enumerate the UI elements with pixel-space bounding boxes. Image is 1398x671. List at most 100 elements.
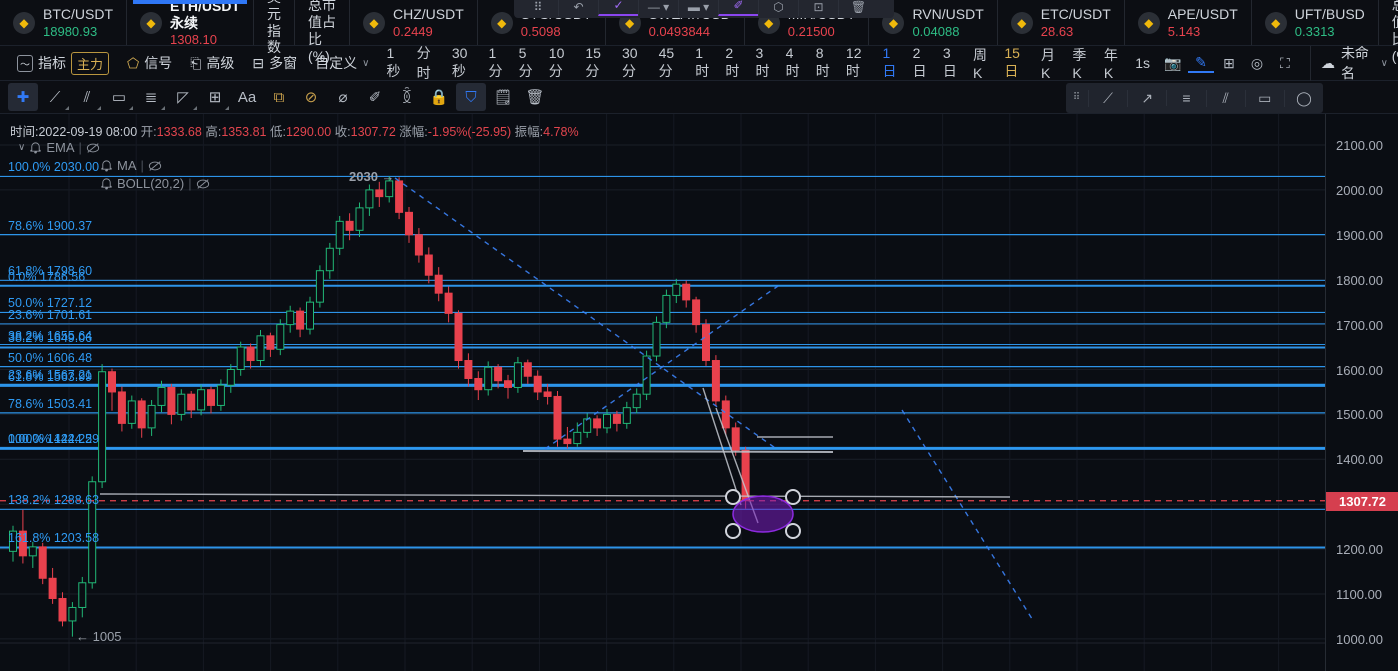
- candlestick-chart[interactable]: [0, 114, 1325, 671]
- camera-icon[interactable]: 📷: [1160, 55, 1186, 72]
- eye-hidden-icon[interactable]: [196, 178, 210, 190]
- alert-bell-icon[interactable]: [100, 177, 113, 190]
- timeframe-15日[interactable]: 15日: [998, 42, 1035, 84]
- timeframe-8时[interactable]: 8时: [810, 42, 840, 84]
- xabcd-pattern-tool[interactable]: ◸: [168, 83, 198, 111]
- indicator-row-boll[interactable]: BOLL(20,2) |: [100, 176, 210, 191]
- timeframe-30秒[interactable]: 30秒: [446, 42, 483, 84]
- price-axis[interactable]: 2100.00 2000.00 1900.00 1800.00 1700.00 1600.…: [1325, 114, 1398, 671]
- timeframe-group: 1秒 分时 30秒 1分 5分 10分 15分 30分 45分 1时 2时 3时 4时 8时 12时 1日 2日…: [380, 40, 1155, 86]
- drawing-handle[interactable]: [725, 489, 741, 505]
- timeframe-1分[interactable]: 1分: [483, 42, 513, 84]
- chart-area[interactable]: 时间:2022-09-19 08:00 开:1333.68 高:1353.81 …: [0, 114, 1398, 671]
- candle-body: [504, 380, 512, 388]
- line-width-select[interactable]: ▬ ▾: [678, 0, 718, 16]
- magic-line-icon[interactable]: ✐: [718, 0, 758, 16]
- gold-ruler-tool[interactable]: ⧉: [264, 83, 294, 111]
- long-position-tool[interactable]: ⊞: [200, 83, 230, 111]
- timeframe-10分[interactable]: 10分: [543, 42, 580, 84]
- text-tool[interactable]: Aa: [232, 83, 262, 111]
- drag-handle-icon[interactable]: ⠿: [518, 0, 558, 16]
- arrow-line-icon[interactable]: ↗: [1127, 89, 1166, 107]
- line-style-select[interactable]: — ▾: [638, 0, 678, 16]
- undo-icon[interactable]: ↶: [558, 0, 598, 16]
- horizontal-lines-icon[interactable]: ≡: [1166, 90, 1205, 106]
- fib-retracement-tool[interactable]: ≣: [136, 83, 166, 111]
- timeframe-15分[interactable]: 15分: [579, 42, 616, 84]
- advanced-button[interactable]: ⎗ 高级: [183, 50, 241, 76]
- drawing-handle[interactable]: [725, 523, 741, 539]
- eye-hidden-icon[interactable]: [86, 142, 100, 154]
- alert-bell-icon[interactable]: [29, 141, 42, 154]
- ticker-tab-eth-usdt-[interactable]: ◆ ETH/USDT永续 1308.10: [126, 0, 253, 47]
- remove-drawings-tool[interactable]: 🗑: [520, 83, 550, 111]
- timeframe-2日[interactable]: 2日: [907, 42, 937, 84]
- ticker-tab-etc-usdt[interactable]: ◆ ETC/USDT 28.63: [996, 0, 1124, 45]
- trend-line-tool[interactable]: ⟋: [40, 83, 70, 111]
- gold-compass-tool[interactable]: ⊘: [296, 83, 326, 111]
- timeframe-30分[interactable]: 30分: [616, 42, 653, 84]
- timeframe-4时[interactable]: 4时: [780, 42, 810, 84]
- layout-save-group[interactable]: ☁ 未命名 ∨: [1309, 43, 1388, 83]
- bar-pattern-tool[interactable]: ꅈ: [392, 83, 422, 111]
- timeframe-3时[interactable]: 3时: [750, 42, 780, 84]
- signal-button[interactable]: ⬠ 信号: [120, 50, 179, 76]
- timeframe-1秒[interactable]: 1秒: [380, 42, 410, 84]
- object-list-tool[interactable]: 🗒: [488, 83, 518, 111]
- rect-icon[interactable]: ▭: [1244, 89, 1284, 107]
- trash-icon[interactable]: 🗑: [838, 0, 878, 16]
- crosshair-tool[interactable]: ✚: [8, 83, 38, 111]
- timeframe-月K[interactable]: 月K: [1035, 42, 1066, 84]
- shield-settings-icon[interactable]: ⬡: [758, 0, 798, 16]
- timeframe-季K[interactable]: 季K: [1066, 42, 1097, 84]
- timeframe-1s[interactable]: 1s: [1129, 52, 1156, 74]
- ticker-tab-chz-usdt[interactable]: ◆ CHZ/USDT 0.2449: [349, 0, 477, 45]
- measure-tool[interactable]: ⌀: [328, 83, 358, 111]
- drawing-handle[interactable]: [785, 523, 801, 539]
- drawing-handle[interactable]: [785, 489, 801, 505]
- ohlc-info-line: 时间:2022-09-19 08:00 开:1333.68 高:1353.81 …: [10, 125, 579, 139]
- timeframe-5分[interactable]: 5分: [513, 42, 543, 84]
- channel-icon[interactable]: ⫽: [1205, 89, 1245, 107]
- trendline-icon[interactable]: ⟋: [1088, 89, 1127, 107]
- timeframe-分时[interactable]: 分时: [411, 40, 446, 86]
- fib-level-label: 78.6% 1900.37: [8, 218, 93, 233]
- indicator-button[interactable]: 〜 指标 主力: [10, 49, 116, 78]
- timeframe-周K[interactable]: 周K: [967, 42, 998, 84]
- parallel-channel-tool[interactable]: ⫽: [72, 83, 102, 111]
- ticker-tab-ape-usdt[interactable]: ◆ APE/USDT 5.143: [1123, 0, 1251, 45]
- timeframe-1日[interactable]: 1日: [877, 42, 907, 84]
- candle-body: [38, 546, 47, 579]
- collapse-icon[interactable]: ⛶: [1272, 55, 1298, 72]
- timeframe-3日[interactable]: 3日: [937, 42, 967, 84]
- ticker-tab-uft-busd[interactable]: ◆ UFT/BUSD 0.3313: [1250, 0, 1378, 45]
- draw-pencil-icon[interactable]: ✎: [1187, 54, 1214, 73]
- candle-body: [414, 234, 423, 256]
- rectangle-tool[interactable]: ▭: [104, 83, 134, 111]
- bookmark-tool[interactable]: ⛉: [456, 83, 486, 111]
- indicator-row-ma[interactable]: MA |: [100, 158, 162, 173]
- timeframe-年K[interactable]: 年K: [1098, 42, 1129, 84]
- template-icon[interactable]: ⊡: [798, 0, 838, 16]
- timeframe-45分[interactable]: 45分: [653, 42, 690, 84]
- eye-hidden-icon[interactable]: [148, 160, 162, 172]
- ellipse-icon[interactable]: ◯: [1283, 89, 1323, 107]
- timeframe-1时[interactable]: 1时: [689, 42, 719, 84]
- add-pane-icon[interactable]: ⊞: [1216, 55, 1242, 72]
- draw-mode-icon[interactable]: ✓: [598, 0, 638, 16]
- signature-pencil-tool[interactable]: ✐: [360, 83, 390, 111]
- lock-tool[interactable]: 🔒: [424, 83, 454, 111]
- timeframe-2时[interactable]: 2时: [719, 42, 749, 84]
- drag-handle-icon[interactable]: ⠿: [1066, 93, 1088, 103]
- ticker-tab-eth-[interactable]: ETH 总市值占 比 (%): [1377, 0, 1398, 64]
- indicator-row-ema[interactable]: ∨ EMA |: [18, 140, 100, 155]
- ticker-tab-btc-usdt[interactable]: ◆ BTC/USDT 18980.93: [0, 0, 126, 45]
- zhuli-badge[interactable]: 主力: [71, 51, 110, 75]
- ticker-tab--[interactable]: 美元指数: [253, 0, 294, 55]
- ticker-tab-btc-[interactable]: BTC 总市值占 比 (%): [294, 0, 349, 64]
- fib-level-label: 161.8% 1203.58: [8, 531, 100, 546]
- timeframe-12时[interactable]: 12时: [840, 42, 877, 84]
- alert-bell-icon[interactable]: [100, 159, 113, 172]
- settings-icon[interactable]: ◎: [1244, 55, 1270, 72]
- ticker-symbol: ETC/USDT: [1040, 6, 1111, 23]
